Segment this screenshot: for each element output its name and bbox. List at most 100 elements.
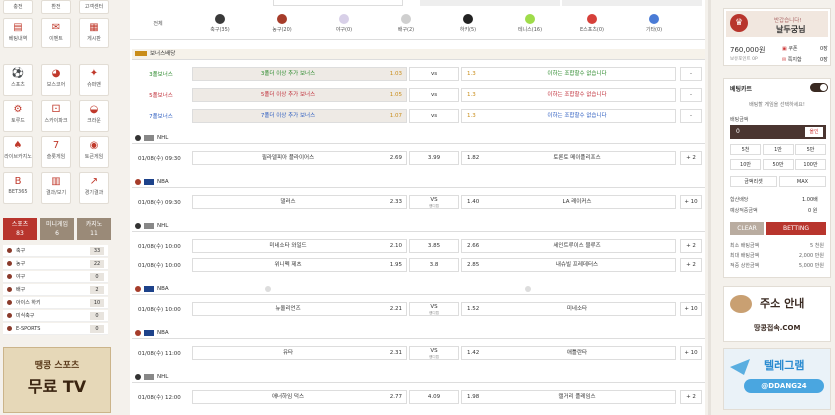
bonus-home-odds[interactable]: 7폴더 이상 추가 보너스 1.07 bbox=[192, 109, 407, 123]
deposit-button[interactable]: 충전 bbox=[3, 0, 33, 14]
filter-tab[interactable]: 전체 bbox=[138, 20, 178, 27]
top-tab[interactable] bbox=[420, 0, 560, 6]
cart-toggle[interactable] bbox=[810, 83, 828, 92]
event-button[interactable]: ✉ 이벤트 bbox=[41, 18, 71, 48]
sport-row[interactable]: 아이스 하키 10 bbox=[3, 297, 108, 309]
more-markets-button[interactable]: + 2 bbox=[680, 390, 702, 404]
menu-trend[interactable]: ↗ 경기결과 bbox=[79, 172, 109, 204]
home-odds-button[interactable]: 필라델피아 플라이어스 2.69 bbox=[192, 151, 407, 165]
home-odds-button[interactable]: 애너하임 덕스 2.77 bbox=[192, 390, 407, 404]
menu-slot[interactable]: 7 슬롯게임 bbox=[41, 136, 71, 168]
sport-row[interactable]: 미식축구 0 bbox=[3, 310, 108, 322]
filter-tab[interactable]: E스포츠(0) bbox=[572, 14, 612, 33]
sport-ball-icon bbox=[339, 14, 349, 24]
bonus-away-odds[interactable]: 1.3 이하는 조합할수 없습니다 bbox=[461, 109, 676, 123]
bonus-home-odds[interactable]: 5폴더 이상 추가 보너스 1.05 bbox=[192, 88, 407, 102]
bonus-away-odds[interactable]: 1.3 이하는 조합할수 없습니다 bbox=[461, 67, 676, 81]
more-markets-button[interactable]: + 2 bbox=[680, 239, 702, 253]
menu-chart[interactable]: ▥ 결과/보기 bbox=[41, 172, 71, 204]
betting-button[interactable]: BETTING bbox=[766, 222, 826, 235]
menu-glasses[interactable]: ◕ 보스코어 bbox=[41, 64, 71, 96]
more-markets-button[interactable]: + 10 bbox=[680, 302, 702, 316]
away-odds-button[interactable]: 2.85 내슈빌 프레데터스 bbox=[461, 258, 676, 272]
amount-key-button[interactable]: 10만 bbox=[730, 159, 761, 170]
bet-history-button[interactable]: ▤ 베팅내역 bbox=[3, 18, 33, 48]
draw-odds-button[interactable]: 4.09 bbox=[409, 390, 459, 404]
coupon-link[interactable]: ▣ 쿠폰 bbox=[782, 45, 798, 52]
scrollbar[interactable] bbox=[708, 0, 711, 415]
more-markets-button[interactable]: + 10 bbox=[680, 195, 702, 209]
max-button[interactable]: MAX bbox=[779, 176, 826, 187]
support-button[interactable]: 고객센터 bbox=[79, 0, 109, 14]
sport-row[interactable]: E-SPORTS 0 bbox=[3, 323, 108, 335]
main-content: 전체 축구(35) 농구(20) 야구(0) 배구(2) 하키(5) 테니스(16) E스포츠… bbox=[130, 0, 705, 415]
board-button[interactable]: ▦ 게시판 bbox=[79, 18, 109, 48]
top-tab[interactable] bbox=[562, 0, 702, 6]
reset-amount-button[interactable]: 금액리셋 bbox=[730, 176, 777, 187]
free-tv-banner[interactable]: 땡콩 스포츠 무료 TV bbox=[3, 347, 111, 413]
amount-key-button[interactable]: 5천 bbox=[730, 144, 761, 155]
more-markets-button[interactable]: + 2 bbox=[680, 258, 702, 272]
sport-row[interactable]: 야구 0 bbox=[3, 271, 108, 283]
draw-odds-button[interactable]: 3.8 bbox=[409, 258, 459, 272]
filter-tab[interactable]: 테니스(16) bbox=[510, 14, 550, 33]
tab-casino[interactable]: 카지노 11 bbox=[77, 218, 111, 240]
more-button[interactable]: - bbox=[680, 88, 702, 102]
sport-ball-icon bbox=[401, 14, 411, 24]
away-odds-button[interactable]: 1.82 토론토 메이플리프스 bbox=[461, 151, 676, 165]
clear-button[interactable]: CLEAR bbox=[730, 222, 764, 235]
menu-bowl[interactable]: ◒ 크라운 bbox=[79, 100, 109, 132]
top-tab[interactable] bbox=[273, 0, 403, 6]
chip-icon: ◉ bbox=[89, 140, 99, 151]
menu-soccer[interactable]: ⚽ 스포츠 bbox=[3, 64, 33, 96]
amount-key-button[interactable]: 1만 bbox=[762, 144, 794, 155]
more-button[interactable]: - bbox=[680, 109, 702, 123]
filter-tab[interactable]: 농구(20) bbox=[262, 14, 302, 33]
menu-gear[interactable]: ⚙ 토루드 bbox=[3, 100, 33, 132]
filter-tab[interactable]: 기타(0) bbox=[634, 14, 674, 33]
all-in-button[interactable]: 올인 bbox=[805, 127, 823, 137]
more-markets-button[interactable]: + 2 bbox=[680, 151, 702, 165]
match-row: 01/08(수) 09:30 댈러스 2.33 VS 핸디캡 1.40 LA 레이커스 + 1… bbox=[132, 194, 705, 210]
telegram-banner[interactable]: 텔레그램 @DDANG24 bbox=[723, 348, 831, 410]
away-odds-button[interactable]: 2.66 세인트루이스 블루즈 bbox=[461, 239, 676, 253]
tab-minigame[interactable]: 미니게임 6 bbox=[40, 218, 74, 240]
bet-amount-input[interactable]: 0 올인 bbox=[730, 125, 826, 139]
filter-tab[interactable]: 야구(0) bbox=[324, 14, 364, 33]
menu-chip[interactable]: ◉ 토큰게임 bbox=[79, 136, 109, 168]
away-odds-button[interactable]: 1.98 캘거리 플레임스 bbox=[461, 390, 676, 404]
menu-bet365[interactable]: B BET365 bbox=[3, 172, 33, 204]
away-odds-button[interactable]: 1.52 미네소타 bbox=[461, 302, 676, 316]
bonus-away-odds[interactable]: 1.3 이하는 조합할수 없습니다 bbox=[461, 88, 676, 102]
address-banner[interactable]: 주소 안내 땅콩접속.COM bbox=[723, 286, 831, 342]
menu-hero[interactable]: ✦ 슈퍼맨 bbox=[79, 64, 109, 96]
away-odds-button[interactable]: 1.42 애틀란타 bbox=[461, 346, 676, 360]
home-odds-button[interactable]: 댈러스 2.33 bbox=[192, 195, 407, 209]
home-odds-button[interactable]: 유타 2.31 bbox=[192, 346, 407, 360]
home-odds-button[interactable]: 뉴올리언즈 2.21 bbox=[192, 302, 407, 316]
menu-cards[interactable]: ♠ 라이브카지노 bbox=[3, 136, 33, 168]
tab-sports[interactable]: 스포츠 83 bbox=[3, 218, 37, 240]
amount-key-button[interactable]: 5만 bbox=[795, 144, 826, 155]
more-markets-button[interactable]: + 10 bbox=[680, 346, 702, 360]
vs-cell: vs bbox=[409, 109, 459, 123]
withdraw-button[interactable]: 환전 bbox=[41, 0, 71, 14]
away-odds-button[interactable]: 1.40 LA 레이커스 bbox=[461, 195, 676, 209]
sport-row[interactable]: 농구 22 bbox=[3, 258, 108, 270]
filter-tab[interactable]: 배구(2) bbox=[386, 14, 426, 33]
home-odds-button[interactable]: 미네소타 와일드 2.10 bbox=[192, 239, 407, 253]
filter-tab[interactable]: 하키(5) bbox=[448, 14, 488, 33]
amount-key-button[interactable]: 100만 bbox=[795, 159, 826, 170]
home-odds-button[interactable]: 위니펙 제츠 1.95 bbox=[192, 258, 407, 272]
bonus-home-odds[interactable]: 3폴더 이상 추가 보너스 1.03 bbox=[192, 67, 407, 81]
sport-row[interactable]: 배구 2 bbox=[3, 284, 108, 296]
sport-row[interactable]: 축구 33 bbox=[3, 245, 108, 257]
ball-icon bbox=[7, 274, 12, 279]
amount-key-button[interactable]: 50만 bbox=[762, 159, 794, 170]
message-link[interactable]: ✉ 쪽지함 bbox=[782, 56, 802, 63]
draw-odds-button[interactable]: 3.99 bbox=[409, 151, 459, 165]
draw-odds-button[interactable]: 3.85 bbox=[409, 239, 459, 253]
filter-tab[interactable]: 축구(35) bbox=[200, 14, 240, 33]
more-button[interactable]: - bbox=[680, 67, 702, 81]
menu-dice[interactable]: ⚀ 스카이파크 bbox=[41, 100, 71, 132]
